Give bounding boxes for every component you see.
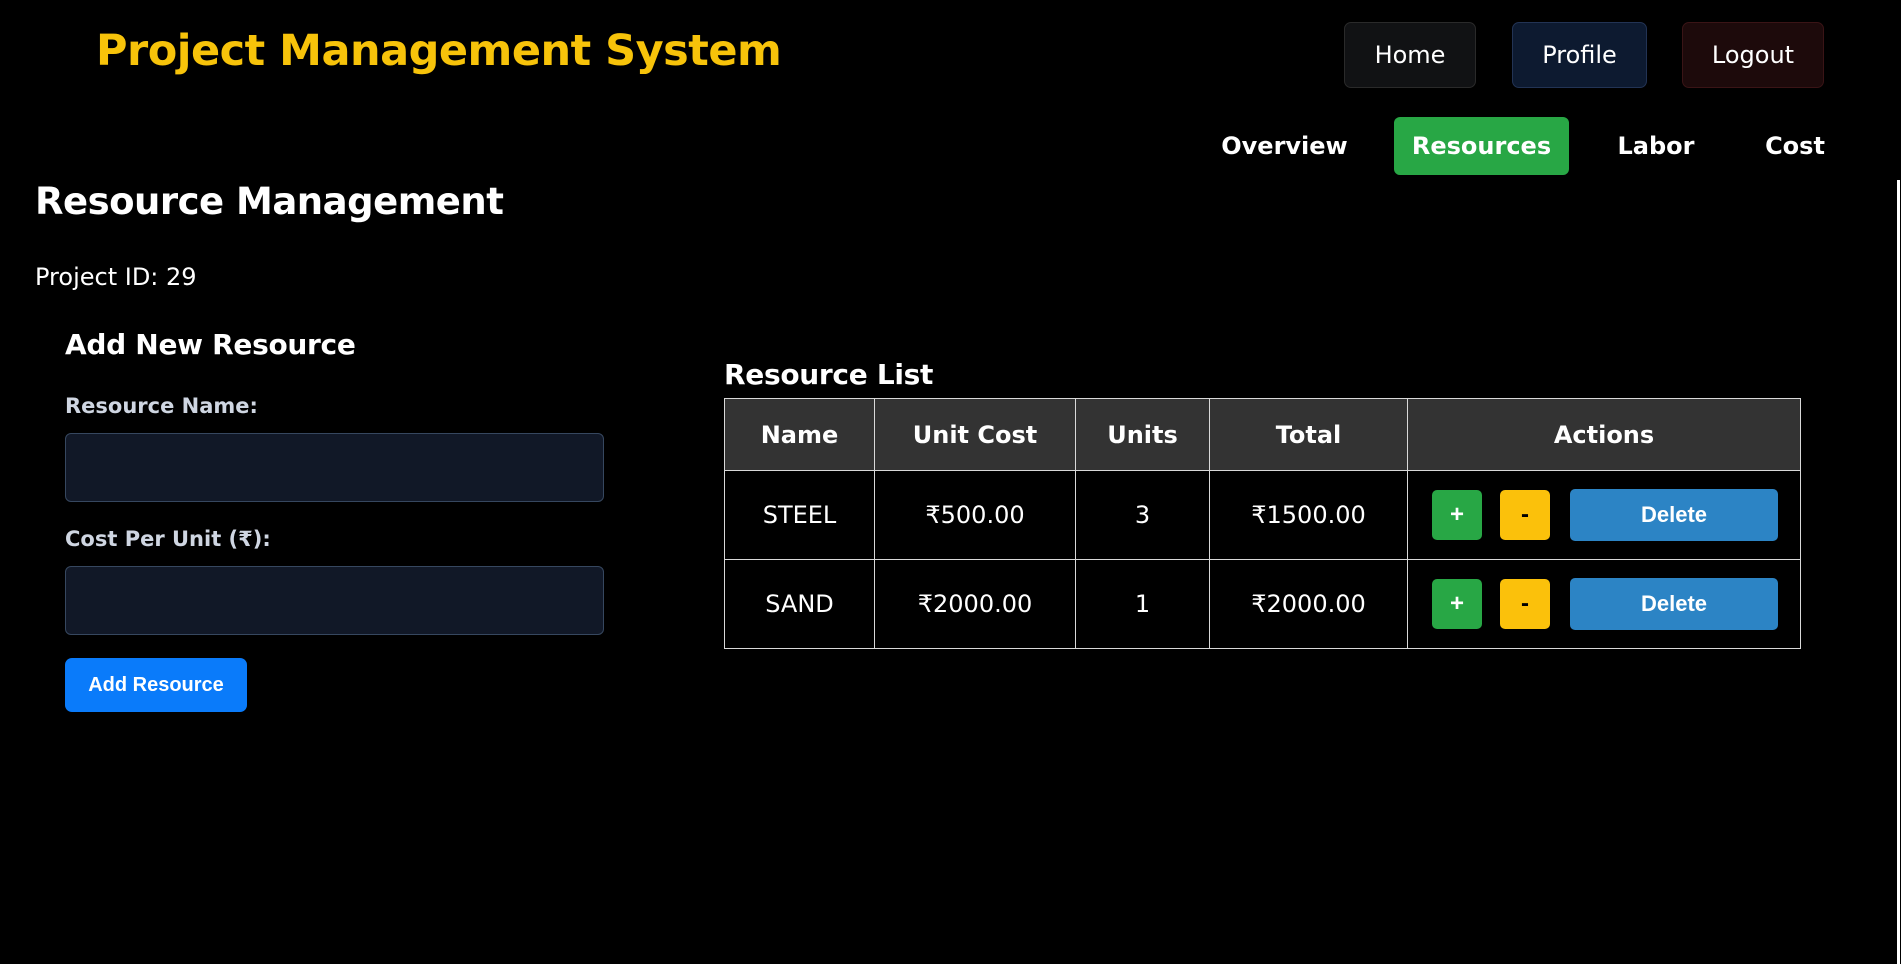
app-title: Project Management System — [96, 26, 782, 76]
app-page: Project Management System Home Profile L… — [0, 0, 1901, 964]
profile-button[interactable]: Profile — [1512, 22, 1647, 88]
resource-name-cell: SAND — [724, 559, 875, 649]
tab-cost[interactable]: Cost — [1745, 117, 1845, 175]
column-header-total: Total — [1209, 398, 1408, 471]
cost-per-unit-input[interactable] — [65, 566, 604, 635]
increment-button[interactable]: + — [1432, 579, 1482, 629]
page-title: Resource Management — [35, 180, 504, 223]
total-cell: ₹2000.00 — [1209, 559, 1408, 649]
home-button[interactable]: Home — [1344, 22, 1476, 88]
project-id: Project ID: 29 — [35, 263, 197, 291]
resource-name-cell: STEEL — [724, 470, 875, 560]
logout-button[interactable]: Logout — [1682, 22, 1824, 88]
cost-per-unit-label: Cost Per Unit (₹): — [65, 527, 271, 551]
table-header-row: Name Unit Cost Units Total Actions — [724, 398, 1801, 471]
delete-button[interactable]: Delete — [1570, 578, 1778, 630]
delete-button[interactable]: Delete — [1570, 489, 1778, 541]
actions-cell: + - Delete — [1407, 470, 1801, 560]
decrement-button[interactable]: - — [1500, 579, 1550, 629]
decrement-button[interactable]: - — [1500, 490, 1550, 540]
column-header-unit-cost: Unit Cost — [874, 398, 1076, 471]
add-resource-heading: Add New Resource — [65, 328, 356, 361]
column-header-actions: Actions — [1407, 398, 1801, 471]
resource-name-input[interactable] — [65, 433, 604, 502]
table-row: SAND ₹2000.00 1 ₹2000.00 + - Delete — [724, 559, 1801, 649]
table-row: STEEL ₹500.00 3 ₹1500.00 + - Delete — [724, 470, 1801, 560]
tab-overview[interactable]: Overview — [1212, 117, 1357, 175]
actions-cell: + - Delete — [1407, 559, 1801, 649]
add-resource-button[interactable]: Add Resource — [65, 658, 247, 712]
unit-cost-cell: ₹2000.00 — [874, 559, 1076, 649]
total-cell: ₹1500.00 — [1209, 470, 1408, 560]
unit-cost-cell: ₹500.00 — [874, 470, 1076, 560]
units-cell: 3 — [1075, 470, 1210, 560]
units-cell: 1 — [1075, 559, 1210, 649]
tab-resources[interactable]: Resources — [1394, 117, 1569, 175]
resource-table: Name Unit Cost Units Total Actions STEEL… — [724, 398, 1801, 649]
column-header-units: Units — [1075, 398, 1210, 471]
scrollbar[interactable] — [1897, 180, 1900, 964]
column-header-name: Name — [724, 398, 875, 471]
increment-button[interactable]: + — [1432, 490, 1482, 540]
resource-name-label: Resource Name: — [65, 394, 258, 418]
tab-labor[interactable]: Labor — [1600, 117, 1712, 175]
resource-list-heading: Resource List — [724, 358, 934, 391]
